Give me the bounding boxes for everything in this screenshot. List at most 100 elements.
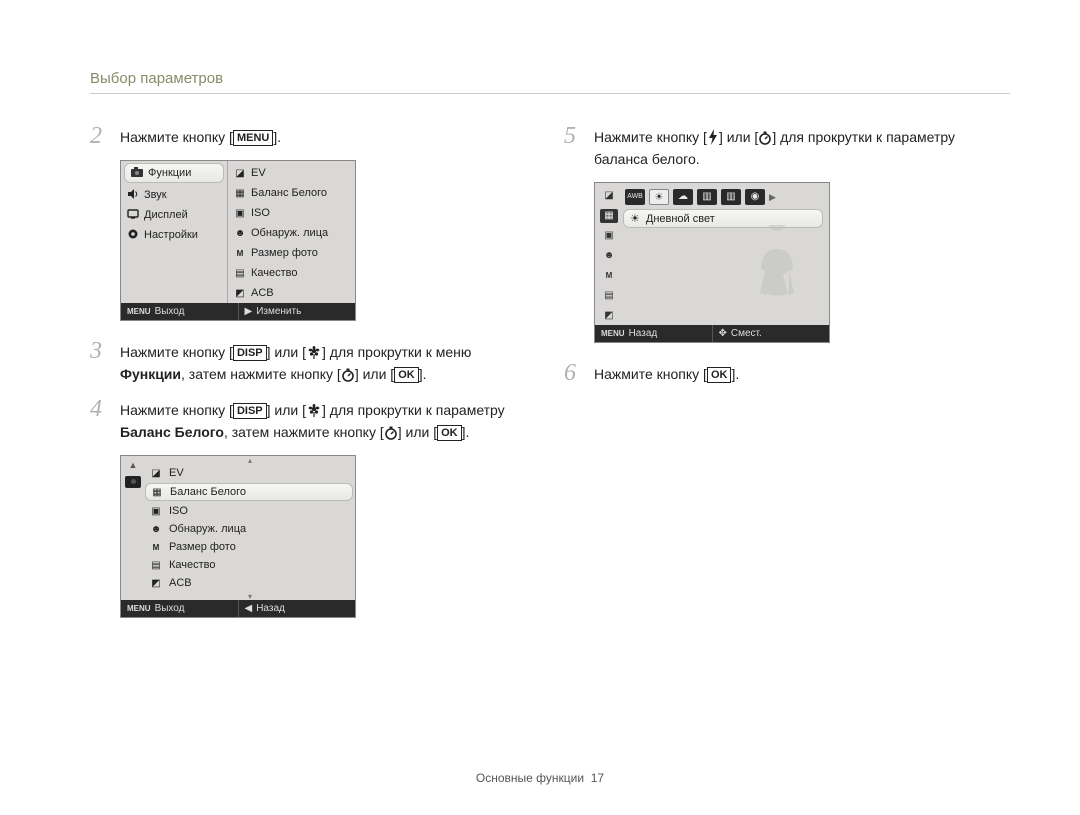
macro-flower-icon	[306, 346, 322, 360]
row-size[interactable]: MРазмер фото	[145, 538, 355, 556]
text-fragment: ] для прокрутки к меню	[322, 344, 471, 360]
wb-fluorescent-h[interactable]: ▥	[697, 189, 717, 205]
cs2-main: ▴ ◪ EV ▦Баланс Белого ▣ISO ☻Обнаруж. лица…	[145, 456, 355, 600]
chevron-up-icon: ▲	[129, 460, 138, 470]
footer-exit[interactable]: MENUВыход	[121, 600, 238, 617]
menu-label: Звук	[144, 189, 167, 201]
row-label: ACB	[169, 577, 192, 589]
sub-label: Качество	[251, 267, 298, 279]
row-ev[interactable]: ◪ EV	[145, 464, 355, 482]
sub-label: Размер фото	[251, 247, 318, 259]
menu-label: Настройки	[144, 229, 198, 241]
step-4: 4 Нажмите кнопку [DISP] или [] для прокр…	[90, 397, 520, 443]
ev-icon: ◪	[600, 189, 618, 203]
text-fragment: ] или [	[398, 424, 437, 440]
ok-button-icon: OK	[707, 367, 732, 383]
sub-item-wb[interactable]: ▦Баланс Белого	[228, 183, 355, 203]
menu-label-icon: MENU	[127, 604, 151, 613]
footer-back[interactable]: MENUНазад	[595, 325, 712, 342]
footer-exit[interactable]: MENUВыход	[121, 303, 238, 320]
macro-flower-icon	[306, 404, 322, 418]
chevron-up-icon: ▴	[145, 456, 355, 464]
sub-item-quality[interactable]: ▤ Качество	[228, 263, 355, 283]
bold-text: Баланс Белого	[120, 424, 224, 440]
menu-label-icon: MENU	[127, 307, 151, 316]
left-column: 2 Нажмите кнопку [ MENU]. Функции	[90, 124, 520, 636]
cs2-leftbar: ▲	[121, 456, 145, 600]
cs3-body: ◪ ▦ ▣ ☻ M ▤ ◩ AWB ☀ ☁ ▥	[595, 183, 829, 325]
row-acb[interactable]: ◩ ACB	[145, 574, 355, 592]
camshot-footer: MENUНазад ✥Смест.	[595, 325, 829, 342]
row-quality[interactable]: ▤Качество	[145, 556, 355, 574]
wb-cloudy[interactable]: ☁	[673, 189, 693, 205]
acb-icon: ◩	[233, 288, 247, 299]
page-header: Выбор параметров	[90, 70, 1010, 94]
text-fragment: ] для прокрутки к параметру	[322, 402, 505, 418]
row-face[interactable]: ☻Обнаруж. лица	[145, 520, 355, 538]
row-label: EV	[169, 467, 184, 479]
face-icon: ☻	[233, 228, 247, 239]
step-number: 2	[90, 124, 110, 148]
sub-item-size[interactable]: MРазмер фото	[228, 243, 355, 263]
menu-item-functions[interactable]: Функции	[124, 163, 224, 183]
text-fragment: ].	[419, 366, 427, 382]
menu-item-sound[interactable]: Звук	[121, 185, 227, 205]
step-text: Нажмите кнопку [DISP] или [] для прокрут…	[120, 397, 520, 443]
text-fragment: ].	[273, 129, 281, 145]
step-number: 6	[564, 361, 584, 385]
footer-section: Основные функции	[476, 771, 584, 785]
step-number: 3	[90, 339, 110, 363]
menu-item-settings[interactable]: Настройки	[121, 225, 227, 245]
manual-page: Выбор параметров 2 Нажмите кнопку [ MENU]…	[0, 0, 1080, 656]
menu-item-display[interactable]: Дисплей	[121, 205, 227, 225]
acb-icon: ◩	[149, 578, 163, 589]
wb-daylight[interactable]: ☀	[649, 189, 669, 205]
footer-back[interactable]: ◀Назад	[238, 600, 356, 617]
quality-icon: ▤	[233, 268, 247, 279]
bold-text: Функции	[120, 366, 181, 382]
footer-text: Изменить	[256, 306, 301, 317]
acb-icon: ◩	[600, 309, 618, 323]
sub-item-ev[interactable]: ◪EV	[228, 163, 355, 183]
speaker-icon	[126, 189, 140, 202]
step-text: Нажмите кнопку [OK].	[594, 361, 739, 385]
menu-label: Дисплей	[144, 209, 188, 221]
text-fragment: Нажмите кнопку [	[594, 129, 707, 145]
face-icon: ☻	[600, 249, 618, 263]
wb-awb[interactable]: AWB	[625, 189, 645, 205]
sub-item-iso[interactable]: ▣ISO	[228, 203, 355, 223]
wb-icon: ▦	[150, 487, 164, 498]
wb-option-strip: AWB ☀ ☁ ▥ ▥ ◉ ▶	[623, 187, 829, 209]
display-icon	[126, 209, 140, 222]
sub-label: Обнаруж. лица	[251, 227, 328, 239]
row-label: Обнаруж. лица	[169, 523, 246, 535]
sub-label: ISO	[251, 207, 270, 219]
ev-icon: ◪	[149, 468, 163, 479]
footer-change[interactable]: ▶Изменить	[238, 303, 356, 320]
sub-label: Баланс Белого	[251, 187, 327, 199]
cs3-main: AWB ☀ ☁ ▥ ▥ ◉ ▶ ☀ Дневной свет	[623, 183, 829, 325]
iso-icon: ▣	[149, 506, 163, 517]
camshot-body: Функции Звук Дисплей	[121, 161, 355, 303]
page-footer: Основные функции 17	[0, 771, 1080, 785]
row-label: Качество	[169, 559, 216, 571]
footer-shift[interactable]: ✥Смест.	[712, 325, 830, 342]
menu-button-icon: MENU	[233, 130, 273, 146]
wb-tungsten[interactable]: ◉	[745, 189, 765, 205]
disp-button-icon: DISP	[233, 345, 267, 361]
camera-menu-screenshot-2: ▲ ▴ ◪ EV ▦Баланс Белого ▣ISO ☻Обнаруж. ли…	[120, 455, 356, 618]
sub-item-face[interactable]: ☻ Обнаруж. лица	[228, 223, 355, 243]
ok-button-icon: OK	[394, 367, 419, 383]
step-3: 3 Нажмите кнопку [DISP] или [] для прокр…	[90, 339, 520, 385]
right-column: 5 Нажмите кнопку [] или [] для прокрутки…	[564, 124, 994, 636]
sub-item-acb[interactable]: ◩ACB	[228, 283, 355, 303]
row-wb[interactable]: ▦Баланс Белого	[145, 483, 353, 501]
quality-icon: ▤	[600, 289, 618, 303]
camshot-right-panel: ◪EV ▦Баланс Белого ▣ISO ☻ Обнаруж. лица M…	[227, 161, 355, 303]
text-fragment: Нажмите кнопку [	[120, 344, 233, 360]
iso-icon: ▣	[600, 229, 618, 243]
camera-menu-screenshot-1: Функции Звук Дисплей	[120, 160, 356, 321]
wb-fluorescent-l[interactable]: ▥	[721, 189, 741, 205]
row-iso[interactable]: ▣ISO	[145, 502, 355, 520]
play-icon: ▶	[245, 306, 253, 317]
